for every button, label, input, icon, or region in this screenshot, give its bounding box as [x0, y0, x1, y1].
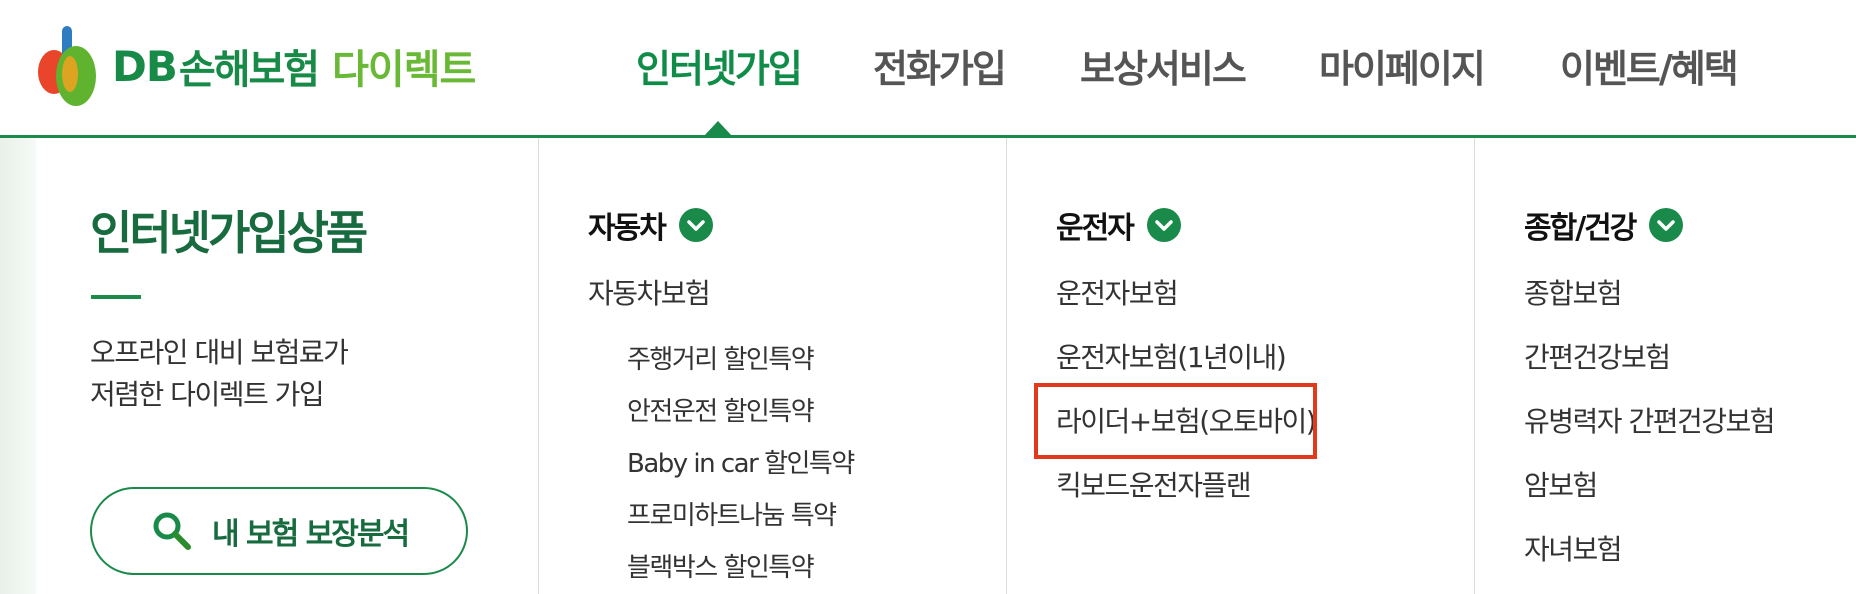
menu-item-kickboard-plan[interactable]: 킥보드운전자플랜 [1056, 464, 1252, 504]
menu-title: 인터넷가입상품 [90, 206, 368, 260]
nav-phone-signup[interactable]: 전화가입 [873, 38, 1007, 93]
site-header: DB 손해보험 다이렉트 인터넷가입 전화가입 보상서비스 마이페이지 이벤트/… [0, 0, 1856, 135]
logo-brand-text: 손해보험 [178, 47, 320, 93]
coverage-analysis-label: 내 보험 보장분석 [211, 517, 410, 552]
search-icon [153, 512, 191, 550]
description-line: 저렴한 다이렉트 가입 [90, 378, 325, 411]
coverage-analysis-button[interactable]: 내 보험 보장분석 [90, 487, 468, 575]
nav-claims-service[interactable]: 보상서비스 [1080, 38, 1247, 93]
nav-my-page[interactable]: 마이페이지 [1319, 38, 1486, 93]
nav-internet-signup[interactable]: 인터넷가입 [636, 38, 803, 93]
logo-direct-text: 다이렉트 [332, 47, 476, 93]
title-accent-bar [91, 295, 141, 299]
category-heading-label: 운전자 [1056, 211, 1135, 246]
menu-item-comprehensive[interactable]: 종합보험 [1524, 272, 1623, 312]
menu-item-driver-insurance[interactable]: 운전자보험 [1056, 272, 1179, 312]
menu-subitem[interactable]: 주행거리 할인특약 [627, 339, 815, 376]
description-line: 오프라인 대비 보험료가 [90, 336, 349, 369]
active-nav-pointer [704, 121, 732, 136]
category-heading-health[interactable]: 종합/건강 [1524, 203, 1684, 247]
menu-subitem[interactable]: 프로미하트나눔 특약 [627, 495, 837, 532]
category-heading-label: 자동차 [588, 211, 667, 246]
category-heading-label: 종합/건강 [1524, 211, 1637, 246]
chevron-down-icon [678, 208, 713, 242]
highlight-box [1034, 383, 1317, 459]
backdrop-edge [0, 138, 36, 594]
menu-item-driver-insurance-1yr[interactable]: 운전자보험(1년이내) [1056, 336, 1287, 376]
menu-item-preexisting-health[interactable]: 유병력자 간편건강보험 [1524, 400, 1776, 440]
menu-item-simple-health[interactable]: 간편건강보험 [1524, 336, 1671, 376]
menu-item-children[interactable]: 자녀보험 [1524, 528, 1623, 568]
logo-db-text: DB [112, 41, 178, 91]
column-divider [538, 138, 539, 594]
menu-subitem[interactable]: 안전운전 할인특약 [627, 391, 815, 428]
menu-item-cancer[interactable]: 암보험 [1524, 464, 1598, 504]
category-heading-driver[interactable]: 운전자 [1056, 203, 1181, 247]
category-heading-car[interactable]: 자동차 [588, 203, 713, 247]
category-heading-clipped [1056, 578, 1236, 594]
nav-events[interactable]: 이벤트/혜택 [1560, 38, 1739, 93]
column-divider [1474, 138, 1475, 594]
chevron-down-icon [1649, 208, 1684, 242]
menu-subitem[interactable]: Baby in car 할인특약 [627, 443, 855, 480]
chevron-down-icon [1146, 208, 1181, 242]
menu-subitem[interactable]: 블랙박스 할인특약 [627, 547, 815, 584]
db-logo-icon [38, 26, 96, 106]
menu-item-car-insurance[interactable]: 자동차보험 [588, 272, 711, 312]
brand-logo[interactable]: DB 손해보험 다이렉트 [32, 24, 476, 108]
column-divider [1006, 138, 1007, 594]
menu-description: 오프라인 대비 보험료가 저렴한 다이렉트 가입 [90, 332, 349, 416]
